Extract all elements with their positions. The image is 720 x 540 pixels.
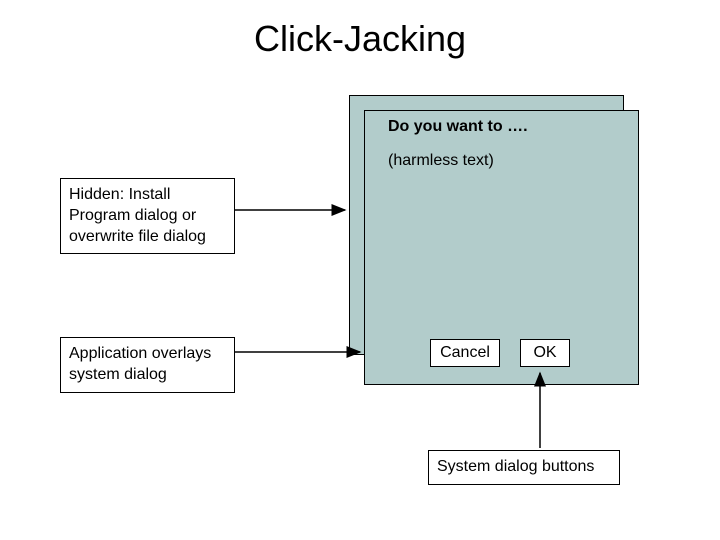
overlay-dialog-title: Do you want to …. [388, 118, 528, 136]
arrow-hidden-to-dialog [235, 200, 350, 220]
label-system-buttons: System dialog buttons [428, 450, 620, 485]
overlay-dialog-subtitle: (harmless text) [388, 152, 494, 170]
arrow-overlay-to-dialog [235, 342, 365, 362]
cancel-button[interactable]: Cancel [430, 339, 500, 367]
arrow-sysbuttons-to-ok [530, 370, 550, 450]
slide-title: Click-Jacking [0, 18, 720, 60]
label-overlay-dialog: Application overlays system dialog [60, 337, 235, 393]
ok-button[interactable]: OK [520, 339, 570, 367]
label-hidden-dialog: Hidden: Install Program dialog or overwr… [60, 178, 235, 254]
